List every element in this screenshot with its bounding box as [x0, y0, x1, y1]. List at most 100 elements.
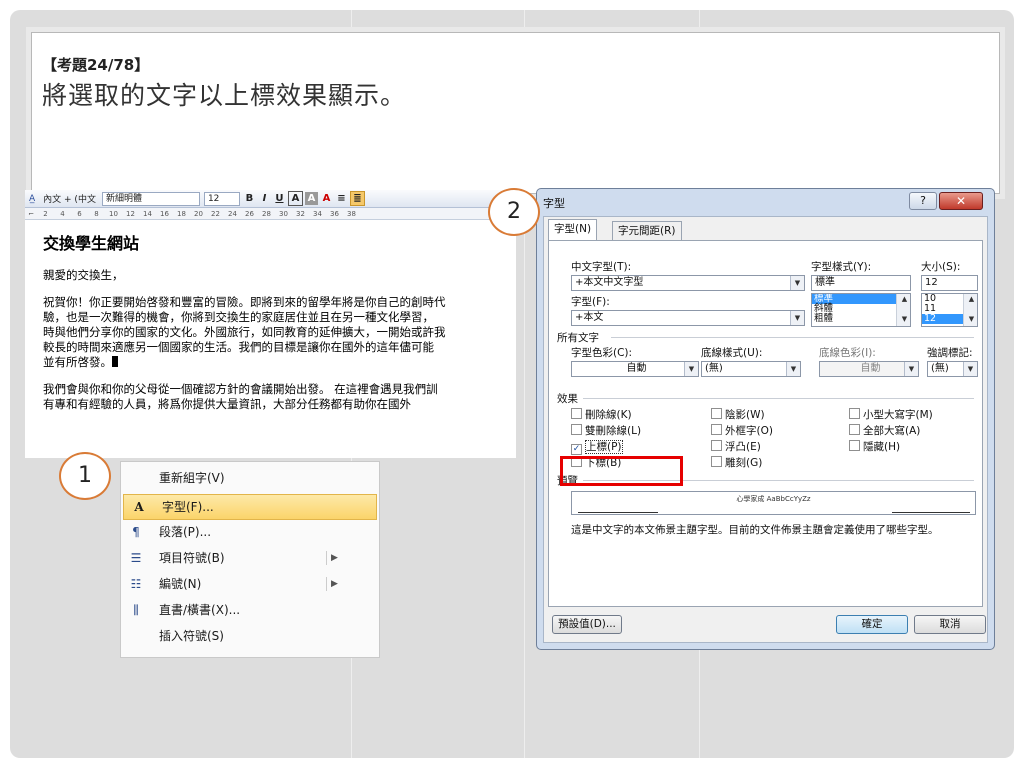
ruler-tick: 2: [43, 209, 48, 218]
font-dropdown[interactable]: 新細明體: [101, 191, 200, 206]
checkbox-label: 浮凸(E): [725, 441, 761, 453]
chevron-down-icon[interactable]: ▼: [790, 311, 804, 325]
tab-character-spacing[interactable]: 字元間距(R): [612, 221, 682, 240]
ruler-tick: 24: [228, 209, 237, 218]
ruler-tick: 38: [347, 209, 356, 218]
checkbox-label: 外框字(O): [725, 425, 773, 437]
ok-button[interactable]: 確定: [836, 615, 908, 634]
preview-baseline: [578, 512, 658, 513]
font-select[interactable]: +本文 ▼: [571, 310, 805, 326]
font-color-button[interactable]: A: [320, 192, 333, 205]
ruler-tick: 28: [262, 209, 271, 218]
menu-item-label: 直書/橫書(X)...: [159, 603, 241, 617]
paragraph-line: 時與他們分享你的國家的文化。外國旅行，如同教育的延伸擴大，一開始或許我: [43, 325, 446, 339]
ruler-tick: 18: [177, 209, 186, 218]
style-dropdown[interactable]: 內文 + (中文: [41, 192, 98, 205]
cancel-button[interactable]: 取消: [914, 615, 986, 634]
checkbox-emboss[interactable]: 浮凸(E): [711, 439, 761, 454]
set-default-button[interactable]: 預設值(D)...: [552, 615, 622, 634]
submenu-separator: [326, 577, 327, 591]
font-color-select[interactable]: 自動 ▼: [571, 361, 699, 377]
checkbox-strikethrough[interactable]: 刪除線(K): [571, 407, 632, 422]
checkbox-label: 雕刻(G): [725, 457, 763, 469]
underline-style-select[interactable]: (無) ▼: [701, 361, 801, 377]
paragraph-line: 祝賀你！你正要開始啓發和豐富的冒險。即將到來的留學年將是你自己的創時代: [43, 295, 446, 309]
size-list[interactable]: 10 11 12 ▲ ▼: [921, 293, 978, 327]
checkbox-box: [571, 408, 582, 419]
style-scrollbar[interactable]: ▲ ▼: [896, 294, 910, 326]
align-justify-icon[interactable]: ≣: [349, 191, 365, 206]
ruler-tick: 26: [245, 209, 254, 218]
chevron-down-icon[interactable]: ▼: [786, 362, 800, 376]
preview-box: 心學家成 AaBbCcYyZz: [571, 491, 976, 515]
tab-font[interactable]: 字型(N): [548, 219, 598, 240]
checkbox-box: [849, 440, 860, 451]
checkbox-all-caps[interactable]: 全部大寫(A): [849, 423, 920, 438]
checkbox-outline[interactable]: 外框字(O): [711, 423, 773, 438]
font-label: 字型(F):: [571, 296, 610, 308]
ruler-tick: 34: [313, 209, 322, 218]
checkmark-icon: ✓: [571, 444, 582, 455]
underline-style-value: (無): [705, 363, 723, 374]
align-left-icon[interactable]: ≡: [335, 192, 348, 205]
size-scrollbar[interactable]: ▲ ▼: [963, 294, 977, 326]
checkbox-shadow[interactable]: 陰影(W): [711, 407, 765, 422]
checkbox-box: [849, 424, 860, 435]
close-button[interactable]: ✕: [939, 192, 983, 210]
font-size-dropdown[interactable]: 12: [203, 191, 240, 206]
checkbox-label: 刪除線(K): [585, 409, 632, 421]
cjk-font-value: +本文中文字型: [575, 277, 644, 288]
size-input[interactable]: 12: [921, 275, 978, 291]
menu-item-label: 字型(F)...: [162, 500, 214, 514]
ruler-tab-icon[interactable]: ⌐: [25, 210, 37, 218]
checkbox-label: 上標(P): [585, 440, 623, 454]
char-border-button[interactable]: A: [287, 191, 303, 206]
menu-item-numbering[interactable]: ☷ 編號(N) ▶: [121, 572, 379, 596]
dialog-body: 字型(N) 字元間距(R) 中文字型(T): +本文中文字型 ▼ 字型(F): +…: [543, 216, 988, 643]
menu-item-paragraph[interactable]: ¶ 段落(P)...: [121, 520, 379, 544]
numbering-icon: ☷: [130, 577, 142, 591]
emphasis-value: (無): [931, 363, 949, 374]
menu-item-bullets[interactable]: ☰ 項目符號(B) ▶: [121, 546, 379, 570]
chevron-down-icon[interactable]: ▼: [790, 276, 804, 290]
submenu-arrow-icon: ▶: [331, 553, 338, 563]
menu-item-text-direction[interactable]: ⫼ 直書/橫書(X)...: [121, 598, 379, 622]
paragraph-line: 有專和有經驗的人員，將爲你提供大量資訊，大部分任務都有助你在國外: [43, 397, 411, 411]
bold-button[interactable]: B: [243, 192, 256, 205]
cjk-font-select[interactable]: +本文中文字型 ▼: [571, 275, 805, 291]
document-body[interactable]: 交換學生網站 親愛的交換生， 祝賀你！你正要開始啓發和豐富的冒險。即將到來的留學…: [25, 220, 516, 430]
step-2-callout: 2: [488, 188, 540, 236]
char-shading-button[interactable]: A: [304, 192, 318, 205]
menu-item-insert-symbol[interactable]: 插入符號(S): [121, 624, 379, 648]
ruler: ⌐ 2 4 6 8 10 12 14 16 18 20 22 24 26 28 …: [25, 208, 516, 220]
checkbox-superscript[interactable]: ✓ 上標(P): [571, 439, 623, 455]
chevron-down-icon[interactable]: ▼: [684, 362, 698, 376]
checkbox-label: 全部大寫(A): [863, 425, 921, 437]
question-text: 將選取的文字以上標效果顯示。: [42, 81, 407, 110]
bullets-icon: ☰: [130, 551, 142, 565]
style-icon[interactable]: A̲: [27, 194, 37, 204]
checkbox-engrave[interactable]: 雕刻(G): [711, 455, 762, 470]
ruler-tick: 36: [330, 209, 339, 218]
style-input[interactable]: 標準: [811, 275, 911, 291]
menu-item-label: 插入符號(S): [159, 629, 224, 643]
menu-item-font[interactable]: A 字型(F)...: [123, 494, 377, 520]
preview-text: 心學家成 AaBbCcYyZz: [736, 495, 811, 503]
step-1-callout: 1: [59, 452, 111, 500]
help-button[interactable]: ?: [909, 192, 937, 210]
group-divider: [611, 337, 974, 338]
chevron-down-icon[interactable]: ▼: [963, 362, 977, 376]
menu-item-reconvert[interactable]: 重新組字(V): [121, 466, 379, 490]
submenu-arrow-icon: ▶: [331, 579, 338, 589]
underline-button[interactable]: U: [273, 192, 286, 205]
checkbox-hidden[interactable]: 隱藏(H): [849, 439, 900, 454]
paragraph-1: 祝賀你！你正要開始啓發和豐富的冒險。即將到來的留學年將是你自己的創時代 驗，也是…: [43, 295, 498, 370]
question-box: [31, 32, 1000, 194]
checkbox-double-strikethrough[interactable]: 雙刪除線(L): [571, 423, 641, 438]
checkbox-small-caps[interactable]: 小型大寫字(M): [849, 407, 933, 422]
italic-button[interactable]: I: [258, 192, 271, 205]
underline-color-select: 自動 ▼: [819, 361, 919, 377]
emphasis-select[interactable]: (無) ▼: [927, 361, 978, 377]
ruler-tick: 20: [194, 209, 203, 218]
style-list[interactable]: 標準 斜體 粗體 ▲ ▼: [811, 293, 911, 327]
